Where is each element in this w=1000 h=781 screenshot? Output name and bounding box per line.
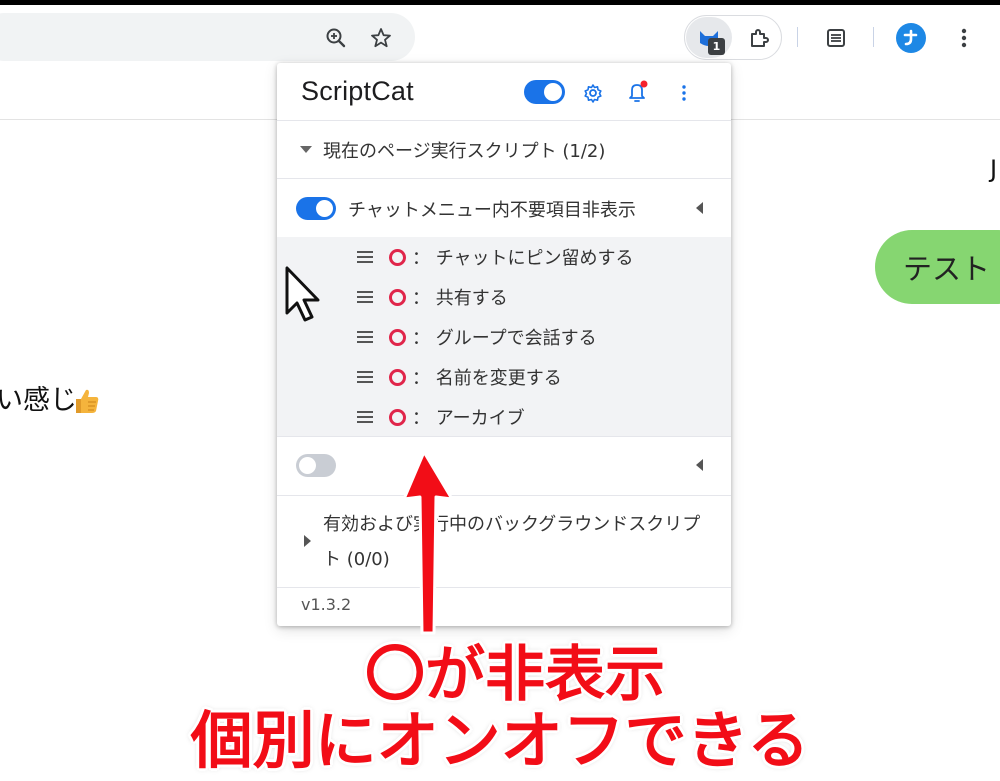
drag-handle-icon[interactable] [357, 331, 373, 343]
thumbs-up-emoji-icon [76, 389, 99, 413]
background-scripts-header[interactable]: 有効および実行中のバックグラウンドスクリプト (0/0) [323, 507, 713, 577]
script-enable-toggle[interactable] [296, 197, 336, 220]
chat-bubble-text: テスト [903, 254, 991, 286]
more-options-icon[interactable] [675, 80, 693, 106]
puzzle-extensions-icon[interactable] [745, 24, 773, 52]
chat-text: い感じ [0, 385, 77, 415]
scriptcat-popup: ScriptCat 現在のページ実行スクリプト (1/2) チャットメニュー内不… [277, 63, 731, 626]
script-expand-caret-icon[interactable] [696, 459, 703, 471]
address-bar[interactable] [0, 13, 415, 61]
menu-item[interactable]: ： 共有する [357, 277, 717, 317]
ring-icon [389, 288, 406, 306]
divider [277, 495, 731, 496]
collapse-caret-icon[interactable] [300, 146, 312, 153]
extension-badge: 1 [708, 38, 725, 55]
ring-icon [389, 408, 406, 426]
global-enable-toggle[interactable] [524, 80, 565, 104]
script-expand-caret-icon[interactable] [696, 202, 703, 214]
settings-gear-icon[interactable] [580, 80, 606, 106]
expand-caret-icon[interactable] [304, 535, 311, 547]
notification-bell-icon[interactable] [625, 78, 651, 106]
reading-list-icon[interactable] [822, 24, 850, 52]
menu-item-label: ： チャットにピン留めする [412, 248, 634, 269]
mouse-cursor-icon [285, 266, 320, 322]
ring-icon [389, 248, 406, 266]
menu-item[interactable]: ： チャットにピン留めする [357, 237, 717, 277]
drag-handle-icon[interactable] [357, 251, 373, 263]
popup-title: ScriptCat [301, 76, 414, 106]
zoom-icon[interactable] [322, 24, 350, 52]
menu-item[interactable]: ： グループで会話する [357, 317, 717, 357]
chat-bubble: テスト [875, 230, 1000, 304]
menu-item-label: ： 共有する [412, 288, 508, 309]
menu-item-label: ： アーカイブ [412, 408, 525, 429]
menu-item-label: ： 名前を変更する [412, 368, 562, 389]
profile-glyph-icon [903, 29, 918, 46]
drag-handle-icon[interactable] [357, 371, 373, 383]
profile-avatar[interactable] [896, 23, 926, 53]
drag-handle-icon[interactable] [357, 291, 373, 303]
kebab-menu-icon[interactable] [950, 24, 978, 52]
annotation-arrow-icon [402, 450, 454, 635]
drag-handle-icon[interactable] [357, 411, 373, 423]
script-enable-toggle[interactable] [296, 454, 336, 477]
caption-line-2: 個別にオンオフできる [190, 704, 810, 777]
divider [277, 178, 731, 179]
edge-text: J [990, 155, 998, 183]
ring-icon [389, 328, 406, 346]
ring-icon [389, 368, 406, 386]
menu-item[interactable]: ： 名前を変更する [357, 357, 717, 397]
toolbar-divider [873, 27, 874, 47]
divider [277, 587, 731, 588]
divider [277, 436, 731, 437]
divider [277, 120, 731, 121]
script-name: チャットメニュー内不要項目非表示 [348, 200, 636, 221]
bookmark-star-icon[interactable] [367, 24, 395, 52]
toolbar-divider [797, 27, 798, 47]
script-menu-list: ： チャットにピン留めする ： 共有する ： グループで会話する ： 名前を変更… [277, 237, 731, 436]
menu-item-label: ： グループで会話する [412, 328, 597, 349]
current-page-scripts-header[interactable]: 現在のページ実行スクリプト (1/2) [323, 137, 605, 163]
window-top-edge [0, 0, 1000, 5]
menu-item[interactable]: ： アーカイブ [357, 397, 717, 437]
version-label: v1.3.2 [301, 595, 352, 614]
